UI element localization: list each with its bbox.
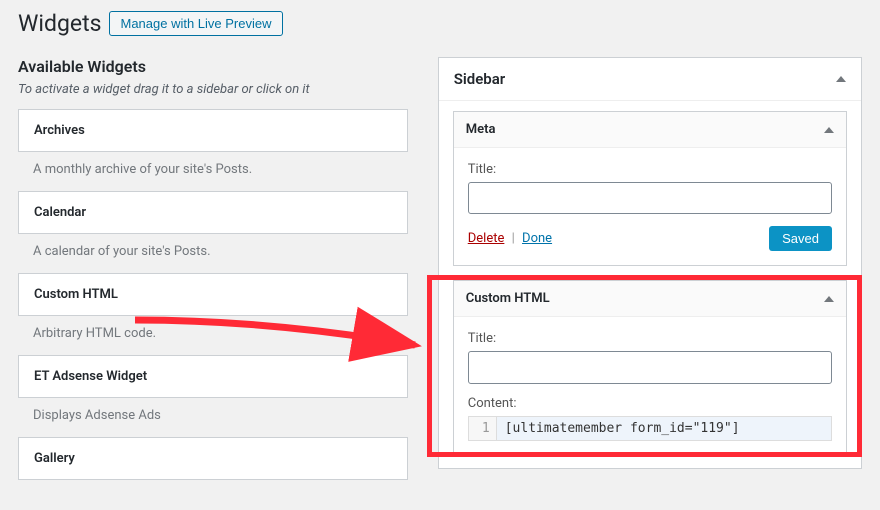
meta-done-link[interactable]: Done	[522, 231, 552, 246]
custom-html-content-label: Content:	[468, 396, 832, 411]
widget-custom-html: Custom HTML Title: Content: 1 [ultimatem…	[453, 280, 847, 453]
widget-meta-header[interactable]: Meta	[454, 112, 846, 148]
available-widget-custom-html[interactable]: Custom HTML	[18, 273, 408, 316]
available-widget-et-adsense[interactable]: ET Adsense Widget	[18, 355, 408, 398]
widget-custom-html-name: Custom HTML	[466, 291, 550, 306]
meta-saved-button[interactable]: Saved	[769, 226, 832, 251]
available-widget-desc: Arbitrary HTML code.	[18, 316, 408, 355]
collapse-icon	[824, 127, 834, 133]
widget-custom-html-header[interactable]: Custom HTML	[454, 281, 846, 317]
available-widgets-panel: Available Widgets To activate a widget d…	[18, 57, 408, 480]
available-widget-desc: A calendar of your site's Posts.	[18, 234, 408, 273]
sidebar-area-title: Sidebar	[454, 70, 505, 88]
meta-title-input[interactable]	[468, 182, 832, 214]
manage-live-preview-button[interactable]: Manage with Live Preview	[109, 11, 282, 36]
collapse-icon	[836, 76, 846, 82]
meta-title-label: Title:	[468, 162, 832, 177]
collapse-icon	[824, 296, 834, 302]
custom-html-title-input[interactable]	[468, 351, 832, 383]
separator: |	[512, 231, 515, 246]
available-widget-desc: A monthly archive of your site's Posts.	[18, 152, 408, 191]
available-widgets-help: To activate a widget drag it to a sideba…	[18, 82, 408, 97]
available-widget-calendar[interactable]: Calendar	[18, 191, 408, 234]
available-widgets-heading: Available Widgets	[18, 57, 408, 76]
custom-html-content-editor[interactable]: 1 [ultimatemember form_id="119"]	[468, 416, 832, 441]
custom-html-title-label: Title:	[468, 331, 832, 346]
sidebar-area: Sidebar Meta Title: Delete | Done	[438, 57, 862, 469]
available-widget-gallery[interactable]: Gallery	[18, 437, 408, 480]
available-widget-archives[interactable]: Archives	[18, 109, 408, 152]
page-title: Widgets	[18, 10, 101, 37]
code-content[interactable]: [ultimatemember form_id="119"]	[497, 417, 831, 440]
widget-meta-name: Meta	[466, 122, 496, 137]
meta-delete-link[interactable]: Delete	[468, 231, 505, 246]
widget-meta: Meta Title: Delete | Done Saved	[453, 111, 847, 266]
sidebar-area-header[interactable]: Sidebar	[439, 58, 861, 101]
code-line-number: 1	[469, 417, 497, 440]
available-widget-desc: Displays Adsense Ads	[18, 398, 408, 437]
